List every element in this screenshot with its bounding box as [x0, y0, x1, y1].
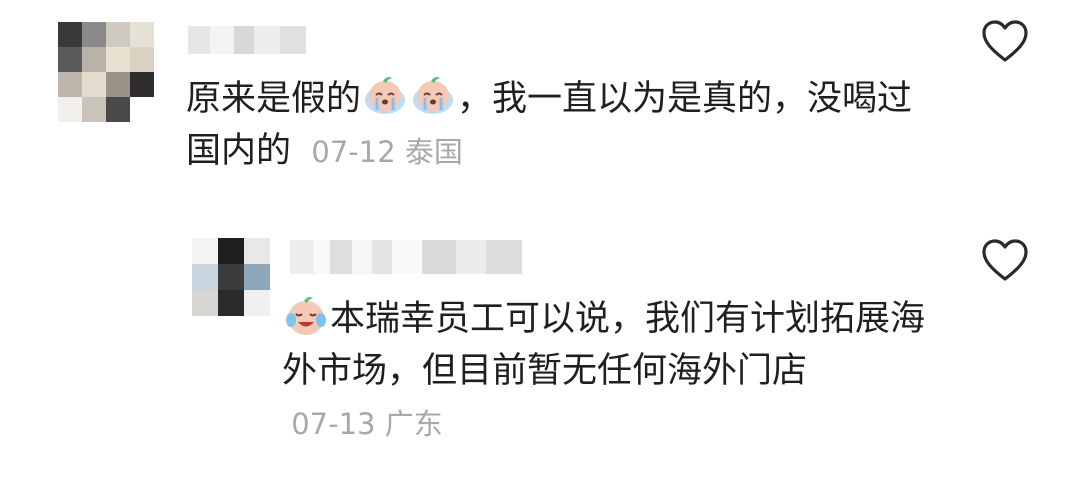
avatar[interactable] — [58, 22, 154, 122]
comment-location: 泰国 — [404, 135, 463, 169]
heart-outline-icon — [982, 239, 1028, 281]
comment-date: 07-12 — [311, 135, 396, 169]
comment-text: 原来是假的 ，我一直以为是真的，没喝过国内的 07-12 泰国 — [186, 73, 946, 178]
heart-outline-icon — [982, 20, 1028, 62]
username-blurred[interactable] — [290, 240, 522, 274]
reply-body: 本瑞幸员工可以说，我们有计划拓展海外市场，但目前暂无任何海外门店 — [282, 299, 926, 391]
crying-peach-emoji — [365, 77, 406, 114]
reply-location: 广东 — [384, 407, 443, 441]
reply-date: 07-13 — [291, 407, 376, 441]
like-button[interactable] — [980, 18, 1030, 64]
username-blurred[interactable] — [188, 26, 306, 54]
reply-meta: 07-13 广东 — [282, 407, 443, 441]
crying-peach-emoji — [413, 77, 454, 114]
avatar[interactable] — [192, 238, 270, 316]
comment-body: 原来是假的 — [186, 79, 362, 119]
laugh-cry-peach-emoji — [286, 297, 326, 335]
reply-text: 本瑞幸员工可以说，我们有计划拓展海外市场，但目前暂无任何海外门店 07-13 广… — [282, 293, 942, 450]
like-button[interactable] — [980, 237, 1030, 283]
comment-meta: 07-12 泰国 — [302, 135, 463, 169]
